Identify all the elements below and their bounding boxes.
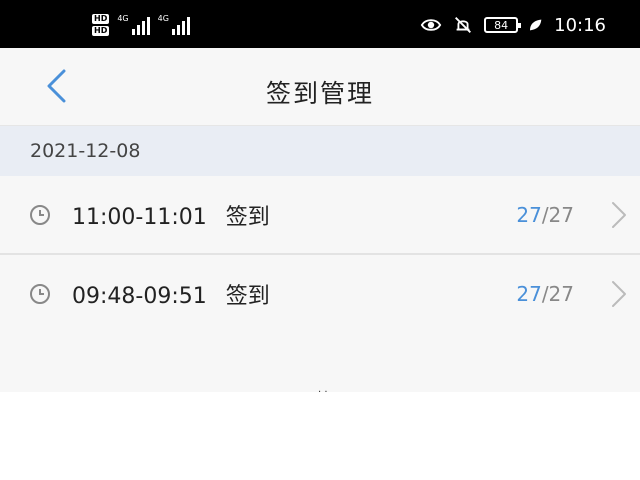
bell-muted-icon	[455, 17, 472, 33]
session-time-range: 09:48-09:51	[72, 284, 207, 309]
section-date-header: 2021-12-08	[0, 126, 640, 176]
session-list: 11:00-11:01 签到 27/27 09:48-09:51 签到 27/2…	[0, 176, 640, 392]
session-row[interactable]: 09:48-09:51 签到 27/27	[0, 255, 640, 333]
hd-indicators: HD HD	[92, 14, 110, 36]
nav-bar: 签到管理	[0, 48, 640, 126]
session-label: 签到	[225, 205, 270, 230]
session-time-range: 11:00-11:01	[72, 205, 207, 230]
battery-icon: 84	[484, 17, 522, 33]
status-right: 84 10:16	[420, 12, 606, 38]
total-count: /27	[541, 203, 574, 227]
battery-level: 84	[494, 18, 509, 32]
status-time: 10:16	[554, 14, 606, 36]
session-row[interactable]: 11:00-11:01 签到 27/27	[0, 176, 640, 254]
chevron-right-icon	[612, 202, 626, 228]
attendance-count: 27/27	[516, 282, 574, 306]
section-date: 2021-12-08	[30, 140, 141, 162]
page-title: 签到管理	[265, 79, 374, 108]
status-bar: HD HD 4G 4G 84 10:16	[0, 0, 640, 48]
checked-count: 27	[516, 282, 542, 306]
session-time: 09:48-09:51 签到	[72, 278, 270, 310]
clock-icon	[30, 205, 50, 225]
session-time: 11:00-11:01 签到	[72, 199, 270, 231]
attendance-count: 27/27	[516, 203, 574, 227]
network-type-2: 4G	[157, 14, 169, 23]
total-count: /27	[541, 282, 574, 306]
status-left: HD HD 4G 4G	[92, 12, 190, 38]
chevron-right-icon	[612, 281, 626, 307]
eye-icon	[420, 19, 442, 31]
hd-badge-1: HD	[92, 14, 110, 24]
hd-badge-2: HD	[92, 26, 110, 36]
signal-icon: 4G	[117, 14, 150, 35]
signal-icon-2: 4G	[158, 15, 190, 35]
loading-dots: · ·	[318, 387, 328, 398]
network-type-1: 4G	[117, 14, 129, 23]
checked-count: 27	[516, 203, 542, 227]
leaf-icon	[530, 19, 542, 31]
clock-icon	[30, 284, 50, 304]
session-label: 签到	[225, 284, 270, 309]
